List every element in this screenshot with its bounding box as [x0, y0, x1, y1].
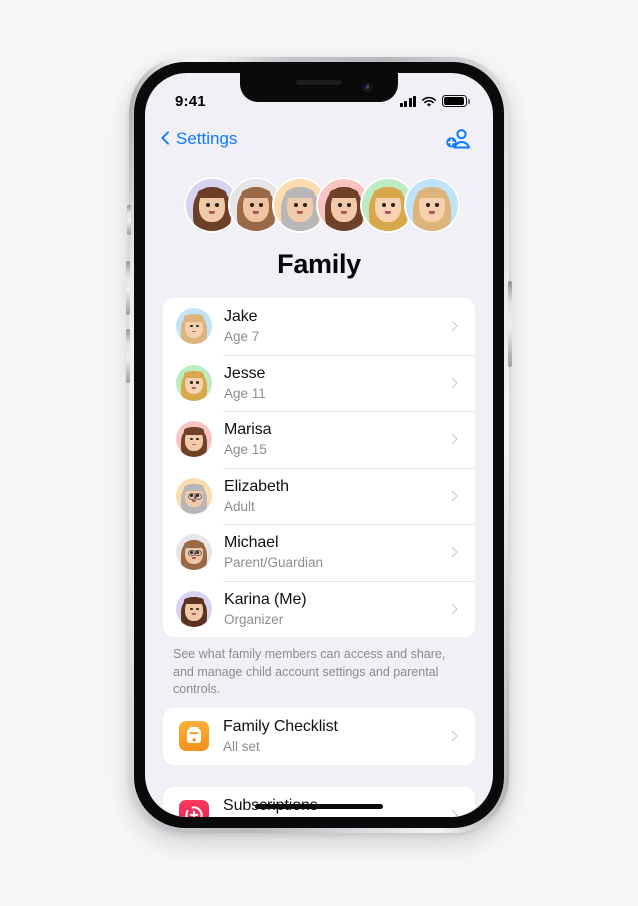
member-detail: Age 11 [224, 385, 266, 401]
row-text: Marisa Age 15 [224, 420, 448, 459]
member-row[interactable]: Elizabeth Adult [163, 467, 475, 525]
member-detail: Parent/Guardian [224, 555, 324, 571]
member-name: Jesse [224, 364, 266, 382]
settings-scroll-content[interactable]: Family Jake Age 7 Jesse Age 11 Marisa Age 15 E… [145, 161, 493, 817]
family-checklist-icon [179, 721, 209, 752]
earpiece-speaker-icon [296, 80, 342, 85]
mute-switch-button[interactable] [127, 205, 131, 235]
member-avatar [176, 477, 212, 514]
member-name: Elizabeth [224, 477, 289, 495]
memoji-face [176, 365, 212, 401]
device-bezel: 9:41 Settings Family Jake Age 7 Jesse Ag… [134, 62, 504, 828]
checklist-detail: All set [223, 739, 260, 755]
status-bar-indicators [399, 95, 470, 107]
navigation-bar: Settings [145, 117, 493, 161]
row-text: Family Checklist All set [223, 717, 448, 756]
home-indicator[interactable] [255, 804, 383, 809]
memoji-face [176, 308, 212, 345]
volume-down-button[interactable] [126, 329, 130, 383]
status-bar-time: 9:41 [175, 92, 206, 110]
iphone-device-frame: 9:41 Settings Family Jake Age 7 Jesse Ag… [126, 57, 512, 833]
member-name: Karina (Me) [224, 590, 307, 608]
subscriptions-icon [179, 799, 209, 817]
row-subscriptions[interactable]: Subscriptions 3 subscriptions [163, 787, 475, 817]
member-detail: Age 7 [224, 329, 260, 344]
cellular-signal-icon [399, 95, 416, 107]
row-family-checklist[interactable]: Family Checklist All set [163, 708, 475, 765]
chevron-right-icon [448, 432, 457, 447]
chevron-right-icon [448, 602, 457, 617]
row-text: Elizabeth Adult [224, 477, 448, 516]
volume-up-button[interactable] [126, 261, 130, 315]
member-avatar [176, 308, 212, 345]
chevron-right-icon [448, 807, 457, 817]
chevron-left-icon [161, 131, 171, 148]
checklist-title: Family Checklist [223, 718, 338, 736]
memoji-face [176, 534, 212, 571]
chevron-right-icon [448, 488, 457, 503]
row-text: Jesse Age 11 [224, 364, 448, 403]
member-name: Marisa [224, 421, 272, 439]
family-footnote: See what family members can access and s… [173, 647, 446, 696]
display-notch [240, 73, 398, 102]
chevron-right-icon [448, 729, 457, 744]
member-row[interactable]: Marisa Age 15 [163, 411, 475, 468]
family-members-card: Jake Age 7 Jesse Age 11 Marisa Age 15 Elizabet… [163, 298, 475, 638]
member-avatar [176, 534, 212, 571]
member-avatar [176, 421, 212, 458]
member-name: Michael [224, 534, 279, 552]
memoji-face [406, 179, 458, 231]
chevron-right-icon [448, 545, 457, 560]
front-camera-icon [363, 83, 372, 92]
screenshot-stage: 9:41 Settings Family Jake Age 7 Jesse Ag… [0, 0, 638, 906]
member-row[interactable]: Jesse Age 11 [163, 354, 475, 412]
subscriptions-card[interactable]: Subscriptions 3 subscriptions [163, 786, 475, 817]
page-title: Family [277, 249, 361, 279]
chevron-right-icon [448, 375, 457, 390]
wifi-icon [421, 95, 437, 107]
add-person-icon[interactable] [445, 128, 471, 150]
member-row[interactable]: Jake Age 7 [163, 298, 475, 355]
member-row[interactable]: Karina (Me) Organizer [163, 580, 475, 638]
memoji-face [176, 591, 212, 627]
row-text: Karina (Me) Organizer [224, 590, 448, 629]
family-avatar-cluster [145, 177, 493, 233]
member-detail: Organizer [224, 611, 284, 627]
member-row[interactable]: Michael Parent/Guardian [163, 524, 475, 581]
device-screen: 9:41 Settings Family Jake Age 7 Jesse Ag… [145, 73, 493, 817]
member-detail: Age 15 [224, 442, 267, 458]
side-power-button[interactable] [508, 281, 512, 367]
back-to-settings-button[interactable]: Settings [161, 129, 237, 149]
memoji-face [176, 421, 212, 458]
family-checklist-card[interactable]: Family Checklist All set [163, 708, 475, 765]
memoji-face [176, 478, 212, 514]
member-name: Jake [224, 308, 258, 325]
row-text: Jake Age 7 [224, 307, 448, 346]
member-detail: Adult [224, 498, 255, 514]
chevron-right-icon [448, 319, 457, 334]
back-button-label: Settings [176, 129, 238, 148]
avatar-jake [404, 177, 460, 233]
member-avatar [176, 364, 212, 401]
member-avatar [176, 591, 212, 627]
row-text: Michael Parent/Guardian [224, 533, 448, 572]
battery-icon [442, 95, 470, 107]
